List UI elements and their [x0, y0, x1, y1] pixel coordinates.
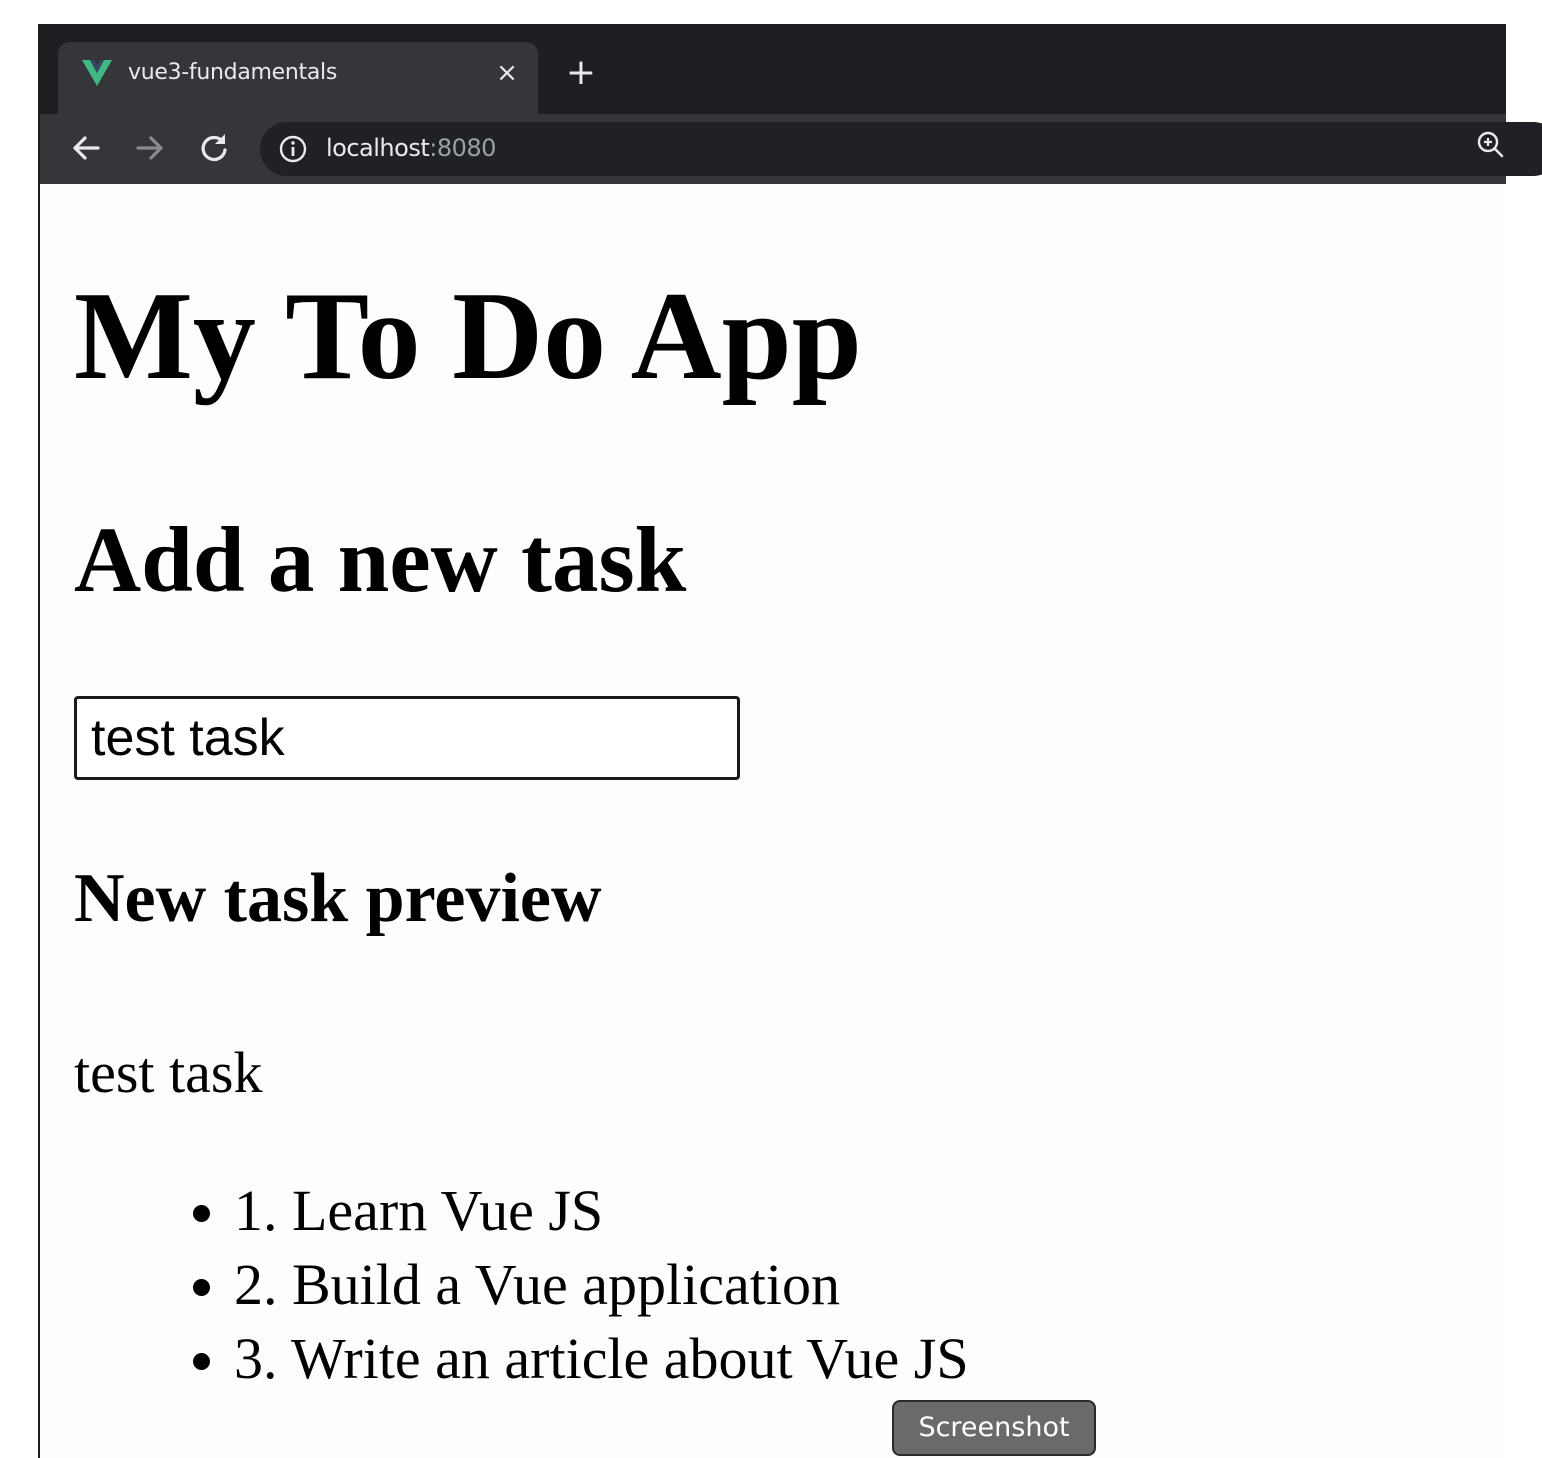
info-icon[interactable]	[278, 134, 308, 164]
task-preview-text: test task	[74, 1040, 263, 1105]
tab-title: vue3-fundamentals	[128, 60, 338, 85]
url-text[interactable]: localhost:8080	[326, 134, 496, 162]
task-list-item: 1. Learn Vue JS	[234, 1174, 969, 1248]
reload-icon[interactable]	[194, 128, 234, 168]
back-arrow-icon[interactable]	[66, 128, 106, 168]
zoom-in-icon[interactable]	[1474, 128, 1506, 160]
preview-heading: New task preview	[74, 860, 602, 937]
new-tab-button[interactable]: +	[564, 55, 598, 91]
page-title: My To Do App	[74, 267, 862, 406]
page-content: My To Do App Add a new task New task pre…	[40, 184, 1506, 1458]
address-bar[interactable]: localhost:8080	[260, 122, 1542, 176]
add-task-heading: Add a new task	[74, 509, 687, 612]
url-port: :8080	[429, 134, 496, 162]
task-list-item: 3. Write an article about Vue JS	[234, 1322, 969, 1396]
new-task-input[interactable]	[74, 696, 740, 780]
screenshot-tooltip: Screenshot	[892, 1400, 1096, 1456]
browser-tab[interactable]: vue3-fundamentals ×	[58, 42, 538, 114]
url-host: localhost	[326, 134, 430, 162]
browser-toolbar: localhost:8080	[40, 114, 1542, 184]
browser-window: vue3-fundamentals × + localhost:8080 My …	[38, 24, 1542, 1458]
task-list: 1. Learn Vue JS 2. Build a Vue applicati…	[74, 1174, 969, 1396]
task-list-item: 2. Build a Vue application	[234, 1248, 969, 1322]
tab-close-icon[interactable]: ×	[492, 58, 522, 88]
vue-logo-icon	[82, 60, 112, 86]
tab-strip: vue3-fundamentals × +	[40, 24, 1506, 114]
forward-arrow-icon[interactable]	[130, 128, 170, 168]
